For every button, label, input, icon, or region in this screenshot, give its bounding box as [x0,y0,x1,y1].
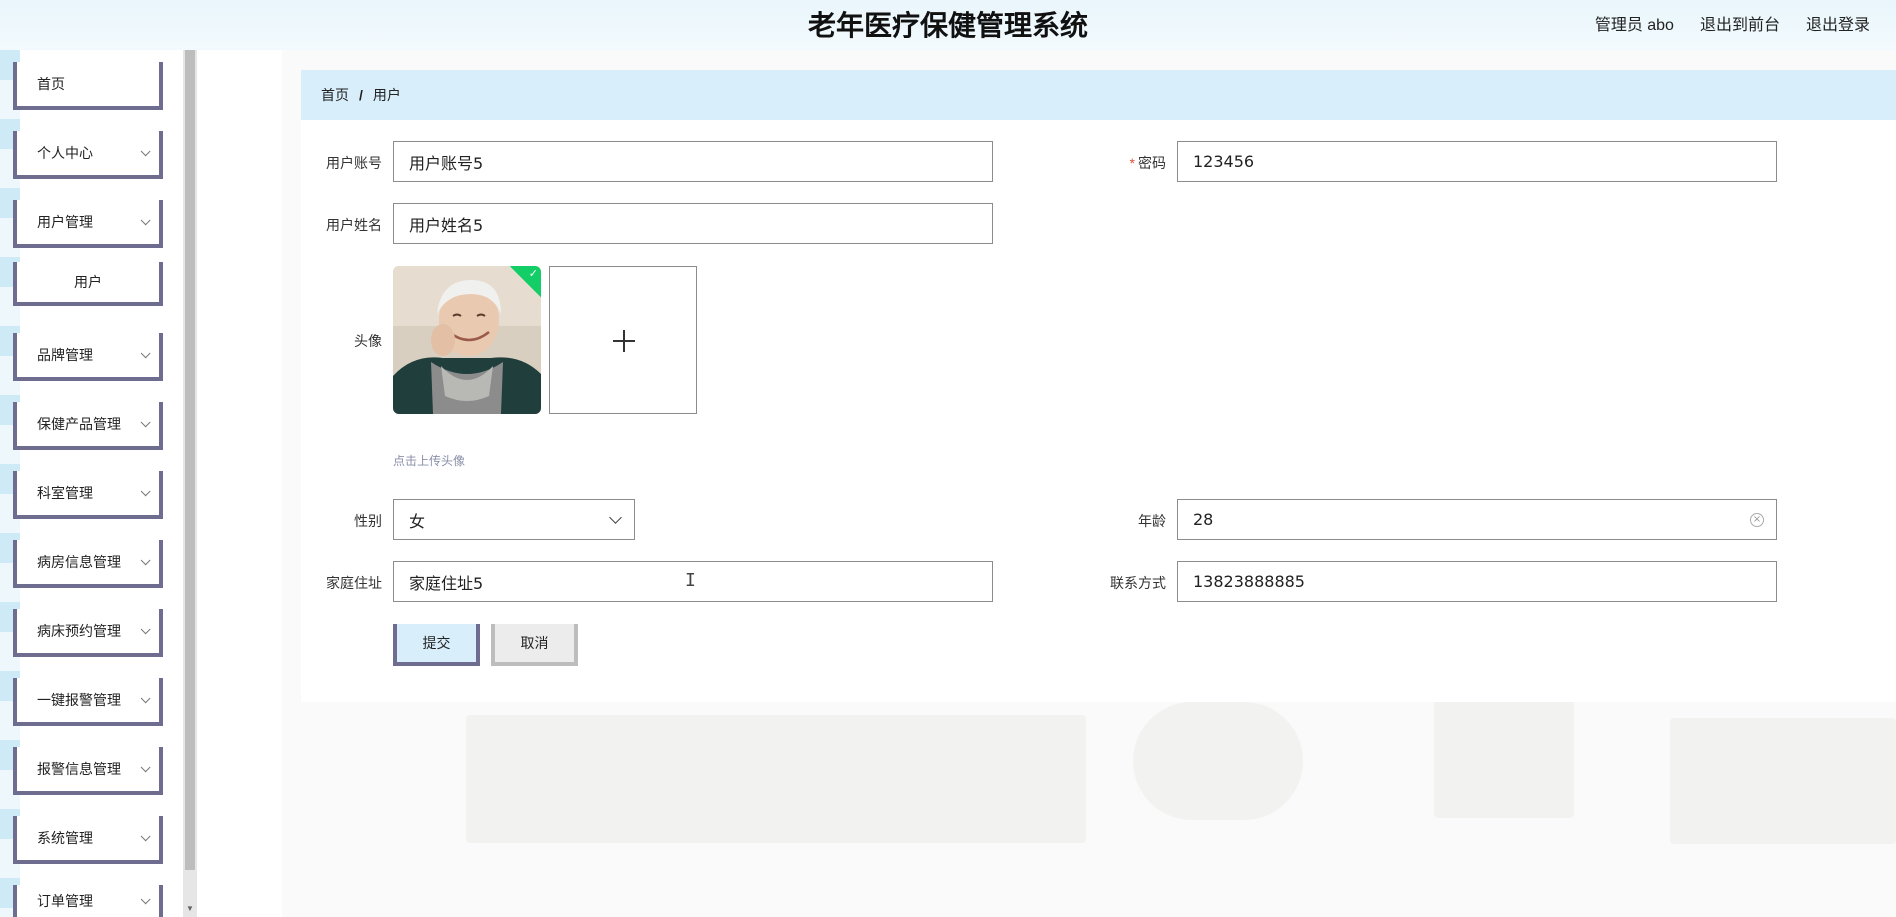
chevron-down-icon [140,145,151,156]
breadcrumb-current: 用户 [372,87,401,103]
age-value: 28 [1193,510,1214,529]
sidebar-item-label: 保健产品管理 [37,416,121,432]
gender-select[interactable]: 女 [393,499,635,540]
background-decoration [1670,718,1896,844]
sidebar-item-profile[interactable]: 个人中心 [13,131,163,179]
sidebar-subitem-user[interactable]: 用户 [13,262,163,306]
app-header: 老年医疗保健管理系统 管理员 abo 退出到前台 退出登录 [0,0,1896,50]
breadcrumb-separator: / [359,87,363,103]
password-value: 123456 [1193,152,1255,171]
avatar-image [393,266,541,414]
sidebar-item-label: 系统管理 [37,830,93,846]
background-decoration [1133,702,1303,820]
sidebar-item-label: 病床预约管理 [37,623,121,639]
sidebar-item-system-management[interactable]: 系统管理 [13,816,163,864]
sidebar-item-label: 首页 [37,76,65,92]
sidebar-item-label: 科室管理 [37,485,93,501]
sidebar-item-brand-management[interactable]: 品牌管理 [13,333,163,381]
scroll-down-arrow-icon[interactable]: ▼ [183,903,197,915]
password-label: * 密码 [1086,153,1166,173]
sidebar-item-label: 个人中心 [37,145,93,161]
sidebar-item-one-key-alarm-management[interactable]: 一键报警管理 [13,678,163,726]
password-label-text: 密码 [1138,155,1166,171]
breadcrumb-home[interactable]: 首页 [321,85,349,105]
sidebar-item-home[interactable]: 首页 [13,62,163,110]
clear-icon[interactable]: × [1750,513,1764,527]
avatar-upload-button[interactable] [549,266,697,414]
sidebar-item-label: 病房信息管理 [37,554,121,570]
chevron-down-icon [140,623,151,634]
submit-button[interactable]: 提交 [393,624,480,666]
chevron-down-icon [609,511,622,524]
sidebar-item-alarm-info-management[interactable]: 报警信息管理 [13,747,163,795]
account-label: 用户账号 [326,155,382,171]
user-info: 管理员 abo 退出到前台 退出登录 [1595,11,1870,35]
phone-label: 联系方式 [1110,575,1166,591]
account-input[interactable]: 用户账号5 [393,141,993,182]
chevron-down-icon [140,416,151,427]
scrollbar-thumb[interactable] [185,50,195,870]
sidebar-item-label: 用户 [74,274,102,290]
age-label: 年龄 [1138,513,1166,529]
plus-icon [623,330,625,352]
name-label: 用户姓名 [326,217,382,233]
chevron-down-icon [140,347,151,358]
avatar-preview[interactable]: ✓ [393,266,541,414]
background-decoration [466,715,1086,843]
sidebar-item-health-product-management[interactable]: 保健产品管理 [13,402,163,450]
age-input[interactable]: 28 × [1177,499,1777,540]
phone-input[interactable]: 13823888885 [1177,561,1777,602]
sidebar-item-label: 报警信息管理 [37,761,121,777]
chevron-down-icon [140,830,151,841]
sidebar-item-user-management[interactable]: 用户管理 [13,200,163,248]
required-marker: * [1129,155,1135,171]
current-user-label: 管理员 abo [1594,17,1674,34]
chevron-down-icon [140,554,151,565]
sidebar-item-label: 一键报警管理 [37,692,121,708]
sidebar-scrollbar[interactable]: ▼ [183,50,197,917]
sidebar-item-bed-booking-management[interactable]: 病床预约管理 [13,609,163,657]
address-label: 家庭住址 [326,575,382,591]
sidebar-item-label: 订单管理 [37,893,93,909]
avatar-label: 头像 [354,333,382,349]
cancel-button[interactable]: 取消 [491,624,578,666]
text-cursor-icon: I [685,570,696,591]
address-value: 家庭住址5 [409,573,484,593]
back-to-front-link[interactable]: 退出到前台 [1700,11,1780,35]
check-icon: ✓ [528,268,538,280]
avatar-upload-tip: 点击上传头像 [393,454,466,468]
chevron-down-icon [140,214,151,225]
breadcrumb: 首页 / 用户 [301,70,1896,120]
sidebar-item-ward-info-management[interactable]: 病房信息管理 [13,540,163,588]
background-decoration [1434,700,1574,818]
chevron-down-icon [140,893,151,904]
chevron-down-icon [140,761,151,772]
sidebar-item-label: 用户管理 [37,214,93,230]
sidebar-item-order-management[interactable]: 订单管理 [13,885,163,917]
chevron-down-icon [140,692,151,703]
sidebar-item-department-management[interactable]: 科室管理 [13,471,163,519]
name-value: 用户姓名5 [409,215,484,235]
password-input[interactable]: 123456 [1177,141,1777,182]
sidebar-item-label: 品牌管理 [37,347,93,363]
gender-value: 女 [409,511,426,531]
phone-value: 13823888885 [1193,572,1305,591]
chevron-down-icon [140,485,151,496]
account-value: 用户账号5 [409,153,484,173]
name-input[interactable]: 用户姓名5 [393,203,993,244]
logout-link[interactable]: 退出登录 [1806,11,1870,35]
gender-label: 性别 [354,513,382,529]
